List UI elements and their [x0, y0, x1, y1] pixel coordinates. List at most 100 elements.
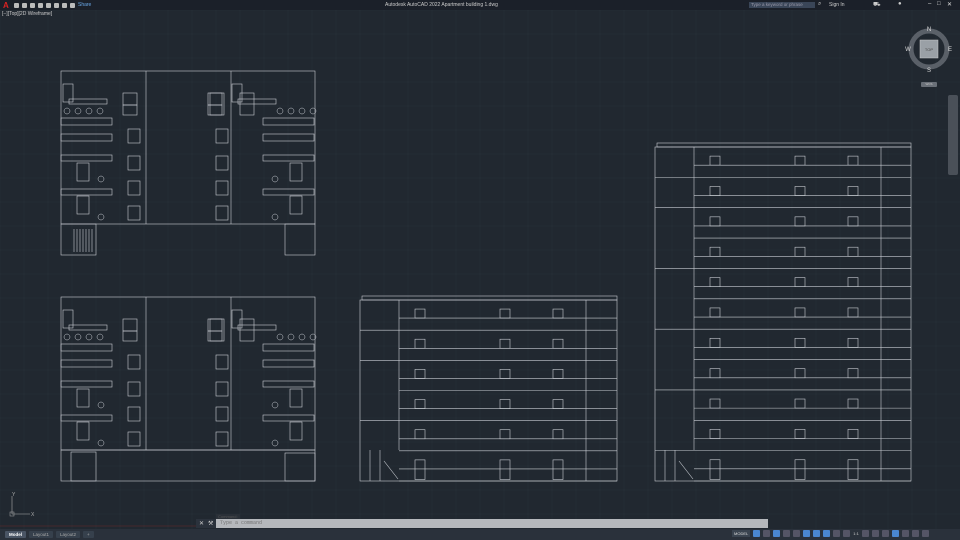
floor-plan-outline [60, 70, 316, 225]
plot-icon[interactable] [54, 2, 59, 8]
bed [289, 195, 303, 215]
undo-icon[interactable] [62, 2, 67, 8]
ucs-icon: Y X [9, 492, 35, 518]
viewcube[interactable]: TOP N S E W [905, 25, 953, 73]
wcs-menu[interactable]: WCS [921, 82, 937, 87]
sofa [237, 324, 277, 331]
wall [60, 154, 113, 162]
publish-icon[interactable] [46, 2, 51, 8]
minimize-icon[interactable]: – [928, 1, 931, 7]
add-layout-button[interactable]: + [83, 531, 94, 538]
compass-south[interactable]: S [927, 68, 931, 73]
close-command-icon[interactable]: ✕ [199, 520, 204, 527]
share-button[interactable]: Share [78, 2, 91, 8]
hardware-acceleration-icon[interactable] [901, 530, 909, 537]
command-input[interactable] [216, 519, 768, 528]
object-snap-tracking-icon[interactable] [803, 530, 811, 537]
toilet [97, 439, 105, 447]
shaft [284, 223, 316, 256]
customize-icon[interactable]: ⚒ [208, 520, 213, 527]
bed [76, 195, 90, 215]
sofa [237, 98, 277, 105]
polar-icon[interactable] [783, 530, 791, 537]
door [552, 459, 564, 480]
grid-icon[interactable] [753, 530, 761, 537]
plus-icon[interactable] [871, 530, 879, 537]
tab-layout2[interactable]: Layout2 [56, 531, 81, 538]
window [414, 338, 426, 349]
redo-icon[interactable] [70, 2, 75, 8]
window [709, 307, 721, 318]
model-space-button[interactable]: MODEL [732, 530, 751, 537]
ucs-y-label: Y [12, 492, 16, 498]
wall [262, 154, 315, 162]
annotation-visibility-icon[interactable] [823, 530, 831, 537]
chair [96, 333, 104, 341]
clean-screen-icon[interactable] [911, 530, 919, 537]
chair [74, 107, 82, 115]
window [499, 338, 511, 349]
chair [63, 107, 71, 115]
window [847, 277, 859, 287]
object-snap-icon[interactable] [813, 530, 821, 537]
bathroom [127, 431, 141, 447]
stair [678, 460, 694, 480]
counter [262, 359, 315, 368]
new-icon[interactable] [14, 2, 19, 8]
isodraft-icon[interactable] [793, 530, 801, 537]
sign-in-button[interactable]: Sign In [829, 2, 845, 8]
chair [63, 333, 71, 341]
window [709, 186, 721, 196]
cart-icon[interactable]: ⛟ [873, 1, 881, 9]
drawing-canvas[interactable] [0, 0, 960, 540]
window [709, 277, 721, 287]
close-icon[interactable]: ✕ [947, 1, 952, 8]
bathroom [127, 128, 141, 144]
search-icon[interactable]: ⌕ [818, 1, 821, 8]
chair [85, 333, 93, 341]
table [122, 330, 138, 342]
window [794, 277, 806, 287]
counter [60, 343, 113, 352]
compass-west[interactable]: W [905, 47, 911, 53]
window [847, 429, 859, 439]
auto-scale-icon[interactable] [833, 530, 841, 537]
annotation-scale-value[interactable]: 1:1 [853, 531, 859, 536]
annotation-scale-icon[interactable] [843, 530, 851, 537]
compass-east[interactable]: E [948, 47, 952, 53]
search-input[interactable]: Type a keyword or phrase [749, 2, 815, 8]
wall [60, 380, 113, 388]
navigation-bar[interactable] [948, 95, 958, 175]
counter [262, 343, 315, 352]
bed [289, 162, 303, 182]
workspace-gear-icon[interactable] [861, 530, 869, 537]
counter [262, 117, 315, 126]
bathroom [127, 155, 141, 171]
window [709, 398, 721, 409]
window [552, 338, 564, 349]
window [709, 216, 721, 227]
ortho-icon[interactable] [773, 530, 781, 537]
tab-layout1[interactable]: Layout1 [29, 531, 54, 538]
units-icon[interactable] [881, 530, 889, 537]
tab-model[interactable]: Model [5, 531, 26, 538]
save-as-icon[interactable] [38, 2, 43, 8]
window [847, 307, 859, 318]
window [499, 369, 511, 379]
customization-menu-icon[interactable] [921, 530, 929, 537]
viewport-controls[interactable]: [−][Top][2D Wireframe] [2, 11, 52, 17]
help-icon[interactable]: ● [898, 1, 902, 7]
chair [287, 333, 295, 341]
maximize-icon[interactable]: □ [937, 1, 941, 7]
open-icon[interactable] [22, 2, 27, 8]
chair [96, 107, 104, 115]
save-icon[interactable] [30, 2, 35, 8]
chair [85, 107, 93, 115]
window [794, 186, 806, 196]
wall [60, 188, 113, 196]
counter [262, 133, 315, 142]
compass-north[interactable]: N [927, 27, 931, 33]
snap-icon[interactable] [763, 530, 771, 537]
isolate-objects-icon[interactable] [891, 530, 899, 537]
autocad-logo-icon[interactable]: A [3, 1, 11, 10]
